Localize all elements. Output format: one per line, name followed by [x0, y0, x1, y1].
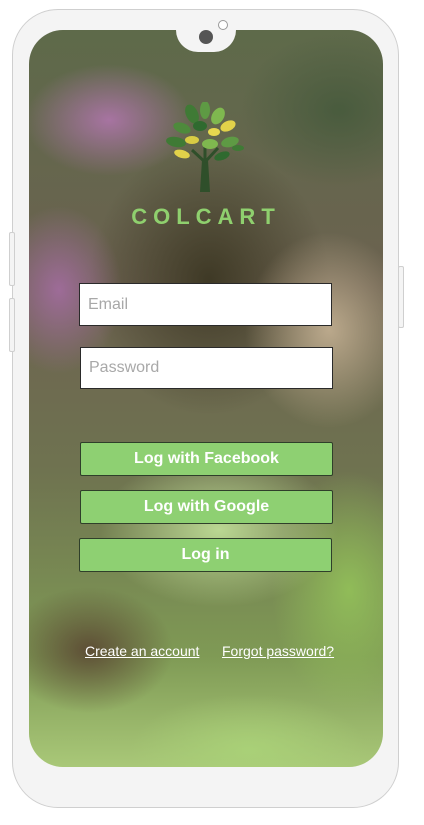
- proximity-sensor-icon: [218, 20, 228, 30]
- create-account-link[interactable]: Create an account: [85, 643, 199, 659]
- google-login-button[interactable]: Log with Google: [80, 490, 333, 524]
- power-button: [398, 266, 404, 328]
- volume-down-button: [9, 298, 15, 352]
- facebook-login-button[interactable]: Log with Facebook: [80, 442, 333, 476]
- email-field[interactable]: [79, 283, 332, 326]
- volume-up-button: [9, 232, 15, 286]
- tree-logo-icon: [166, 102, 244, 192]
- front-camera-icon: [199, 30, 213, 44]
- password-field[interactable]: [80, 347, 333, 389]
- forgot-password-link[interactable]: Forgot password?: [222, 643, 334, 659]
- brand-name: COLCART: [131, 204, 281, 229]
- login-button[interactable]: Log in: [79, 538, 332, 572]
